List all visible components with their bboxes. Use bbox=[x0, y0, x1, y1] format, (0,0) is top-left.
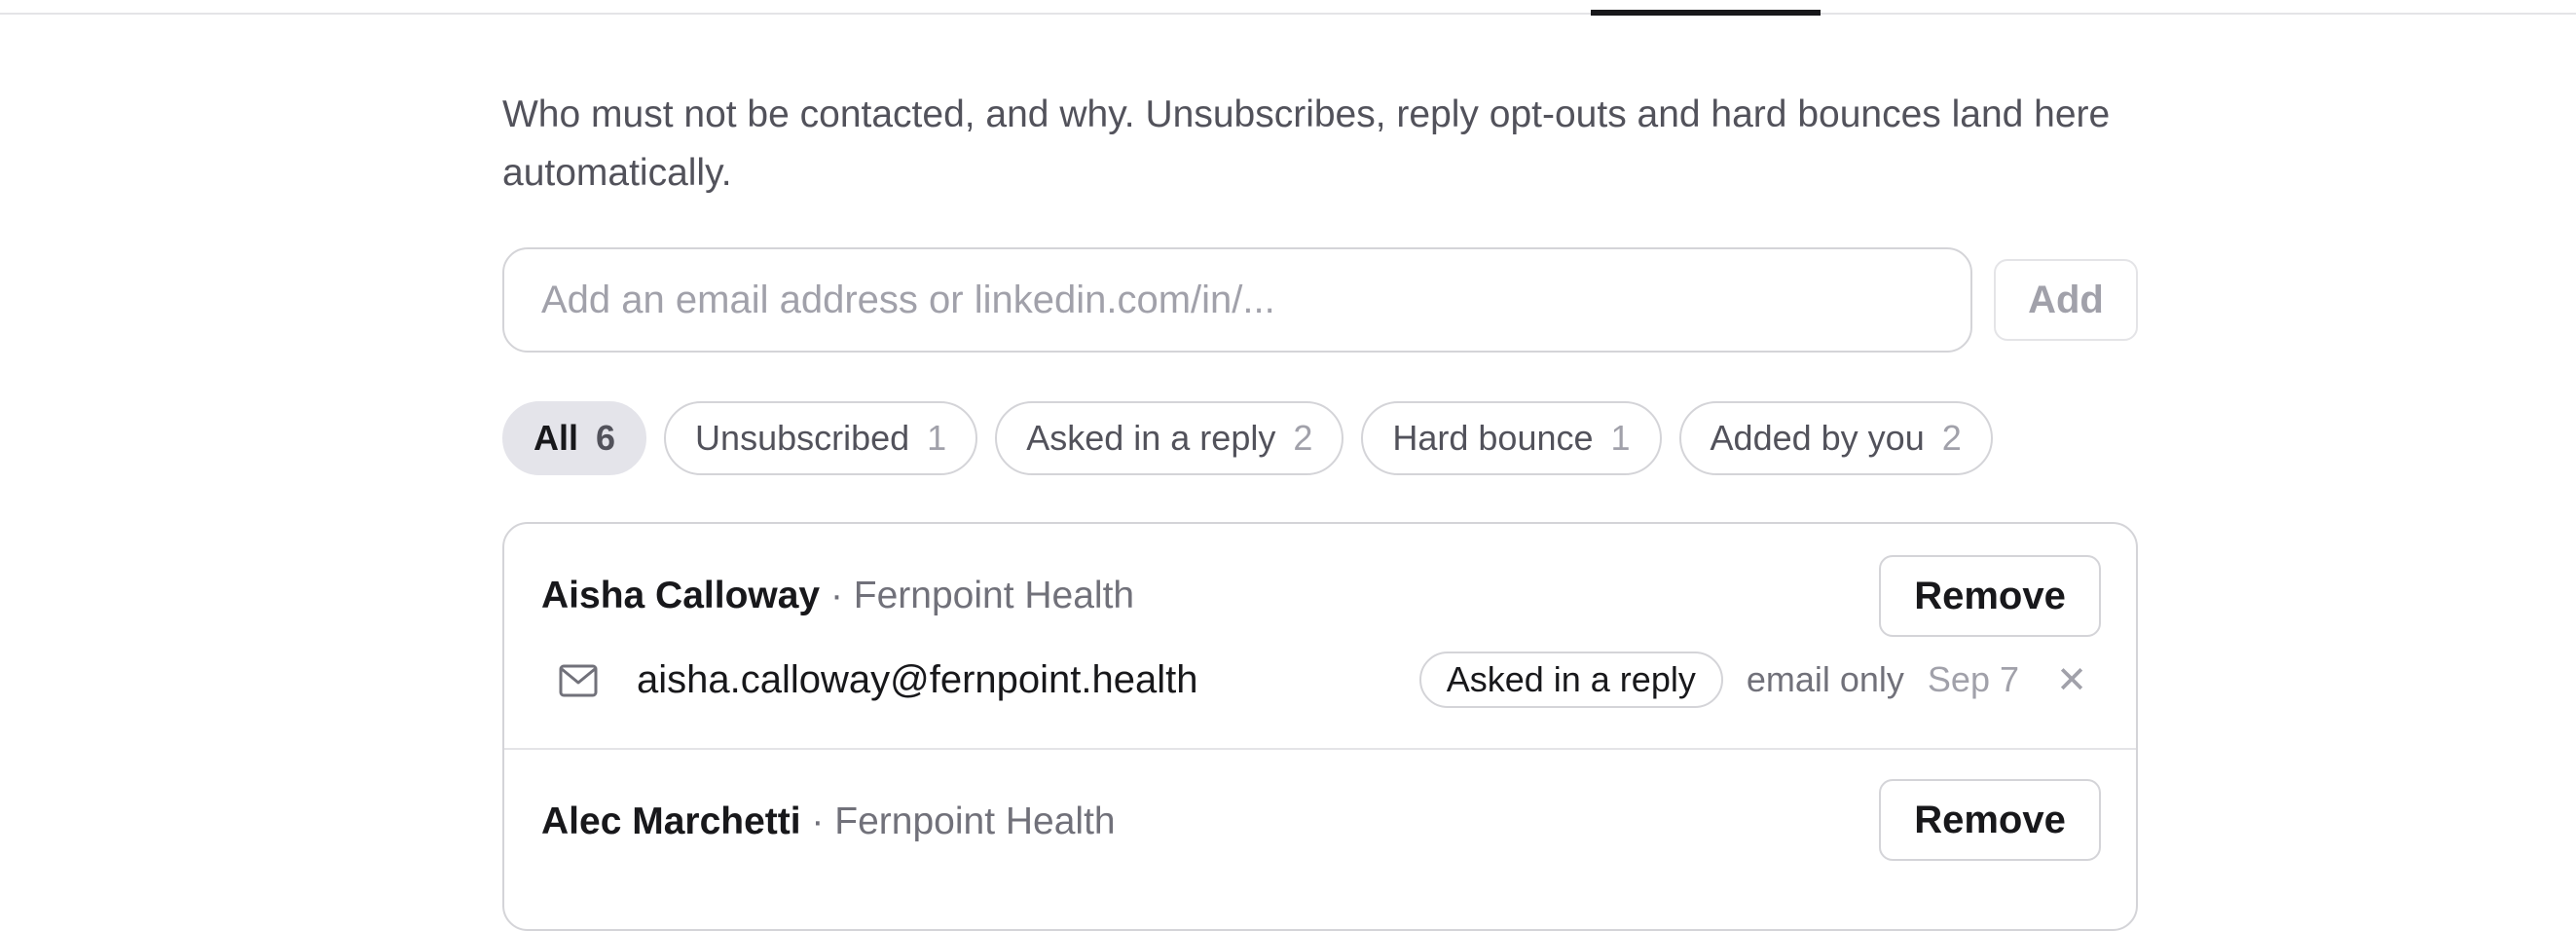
person-name-line: Alec Marchetti · Fernpoint Health bbox=[541, 801, 1116, 843]
contact-email: aisha.calloway@fernpoint.health bbox=[637, 658, 1198, 701]
filter-chip-label: Added by you bbox=[1710, 418, 1925, 458]
contact-meta: Asked in a reply email only Sep 7 ✕ bbox=[1418, 651, 2101, 709]
person-row: Aisha Calloway · Fernpoint Health Remove… bbox=[504, 524, 2136, 750]
active-tab-indicator bbox=[1591, 10, 1821, 16]
company-separator: · bbox=[800, 801, 835, 842]
add-suppression-form: Add bbox=[502, 247, 2138, 353]
person-name: Aisha Calloway bbox=[541, 575, 821, 616]
contact-row: aisha.calloway@fernpoint.health Asked in… bbox=[541, 651, 2101, 713]
filter-chip-unsubscribed[interactable]: Unsubscribed 1 bbox=[664, 401, 978, 475]
filter-chip-label: All bbox=[534, 418, 579, 458]
filter-chip-label: Unsubscribed bbox=[695, 418, 910, 458]
person-name: Alec Marchetti bbox=[541, 801, 801, 842]
company-separator: · bbox=[820, 575, 854, 616]
filter-chip-label: Asked in a reply bbox=[1026, 418, 1276, 458]
filter-chip-count: 1 bbox=[1610, 418, 1631, 458]
close-icon[interactable]: ✕ bbox=[2042, 651, 2101, 709]
mail-icon bbox=[559, 664, 598, 697]
filter-chip-hard-bounce[interactable]: Hard bounce 1 bbox=[1361, 401, 1662, 475]
filter-chip-added-by-you[interactable]: Added by you 2 bbox=[1678, 401, 1993, 475]
add-button[interactable]: Add bbox=[1994, 259, 2138, 341]
filter-chip-asked-in-reply[interactable]: Asked in a reply 2 bbox=[995, 401, 1344, 475]
filter-chip-label: Hard bounce bbox=[1392, 418, 1594, 458]
filter-chip-count: 2 bbox=[1941, 418, 1962, 458]
filter-chip-all[interactable]: All 6 bbox=[502, 401, 647, 475]
filter-chip-count: 6 bbox=[596, 418, 616, 458]
remove-button[interactable]: Remove bbox=[1879, 779, 2101, 861]
filter-chips: All 6 Unsubscribed 1 Asked in a reply 2 … bbox=[502, 401, 1993, 475]
reason-badge: Asked in a reply bbox=[1418, 652, 1723, 708]
email-or-linkedin-input[interactable] bbox=[502, 247, 1972, 353]
person-company: Fernpoint Health bbox=[853, 575, 1135, 616]
person-row: Alec Marchetti · Fernpoint Health Remove bbox=[504, 750, 2136, 929]
suppressed-people-list: Aisha Calloway · Fernpoint Health Remove… bbox=[502, 522, 2138, 931]
filter-chip-count: 2 bbox=[1293, 418, 1313, 458]
suppression-date: Sep 7 bbox=[1927, 659, 2019, 699]
remove-button[interactable]: Remove bbox=[1879, 555, 2101, 637]
person-name-line: Aisha Calloway · Fernpoint Health bbox=[541, 575, 1134, 617]
page-description: Who must not be contacted, and why. Unsu… bbox=[502, 93, 2111, 194]
filter-chip-count: 1 bbox=[927, 418, 947, 458]
person-company: Fernpoint Health bbox=[834, 801, 1116, 842]
suppression-scope: email only bbox=[1746, 659, 1904, 699]
tab-bar-divider bbox=[0, 13, 2576, 15]
